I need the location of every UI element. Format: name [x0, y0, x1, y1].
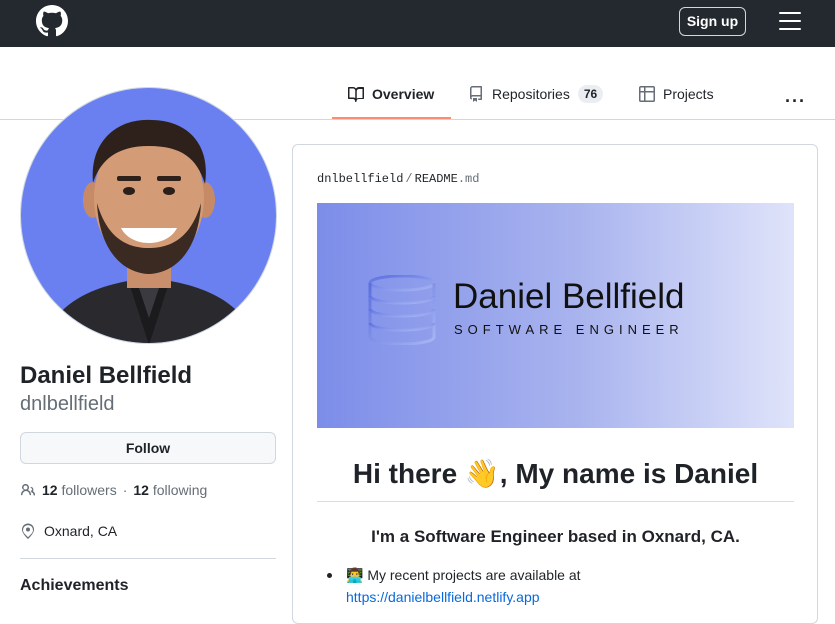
readme-path-separator: / — [405, 172, 413, 186]
github-logo-icon[interactable] — [36, 5, 68, 37]
database-icon — [368, 275, 436, 345]
follow-separator: · — [122, 482, 128, 498]
readme-file-link[interactable]: README.md — [415, 172, 480, 186]
repositories-count-badge: 76 — [577, 85, 604, 103]
location-pin-icon — [22, 523, 34, 539]
readme-intro-heading: I'm a Software Engineer based in Oxnard,… — [371, 527, 740, 546]
following-label: following — [152, 482, 208, 498]
readme-breadcrumb: dnlbellfield / README.md — [317, 172, 479, 186]
profile-location: Oxnard, CA — [20, 523, 117, 539]
readme-heading-rule — [317, 501, 794, 502]
sidebar-divider — [20, 558, 276, 559]
tab-overview[interactable]: Overview — [348, 86, 434, 120]
tab-overview-label: Overview — [372, 86, 435, 102]
tab-projects-label: Projects — [663, 86, 714, 102]
book-icon — [348, 86, 364, 102]
achievements-heading[interactable]: Achievements — [20, 577, 129, 595]
follow-button[interactable]: Follow — [20, 432, 276, 464]
profile-username: dnlbellfield — [20, 393, 115, 415]
following-link[interactable]: 12 following — [133, 482, 207, 498]
followers-label: followers — [61, 482, 117, 498]
bullet-dot — [327, 573, 332, 578]
readme-greeting-heading: Hi there 👋, My name is Daniel — [352, 458, 759, 489]
avatar[interactable] — [20, 87, 277, 344]
menu-hamburger-icon[interactable] — [779, 12, 801, 30]
location-label: Oxnard, CA — [44, 523, 118, 539]
readme-file-base: README — [414, 172, 458, 186]
avatar-portrait-image — [21, 88, 276, 343]
repo-icon — [470, 86, 482, 102]
portfolio-link[interactable]: https://danielbellfield.netlify.app — [346, 587, 540, 608]
readme-banner-image: Daniel Bellfield SOFTWARE ENGINEER — [317, 203, 794, 428]
selected-tab-indicator — [332, 117, 451, 119]
tab-repositories[interactable]: Repositories 76 — [468, 85, 604, 120]
table-icon — [639, 86, 655, 102]
followers-count: 12 — [42, 482, 58, 498]
sign-up-button[interactable]: Sign up — [679, 7, 746, 36]
follow-stats: 12 followers · 12 following — [20, 482, 207, 498]
readme-owner-link[interactable]: dnlbellfield — [317, 172, 403, 186]
banner-role-text: SOFTWARE ENGINEER — [454, 322, 684, 337]
readme-card: dnlbellfield / README.md Daniel Bellfield … — [292, 144, 818, 624]
bullet-text: 👨‍💻 My recent projects are available at — [346, 567, 581, 583]
tab-projects[interactable]: Projects — [639, 86, 714, 120]
tab-repositories-label: Repositories — [492, 86, 570, 102]
banner-name-text: Daniel Bellfield — [453, 277, 685, 316]
more-options-button[interactable]: ··· — [785, 91, 806, 112]
profile-full-name: Daniel Bellfield — [20, 362, 193, 389]
people-icon — [20, 484, 35, 496]
followers-link[interactable]: 12 followers — [42, 482, 117, 498]
following-count: 12 — [133, 482, 149, 498]
site-header: Sign up — [0, 0, 835, 47]
readme-file-ext: .md — [457, 172, 480, 186]
